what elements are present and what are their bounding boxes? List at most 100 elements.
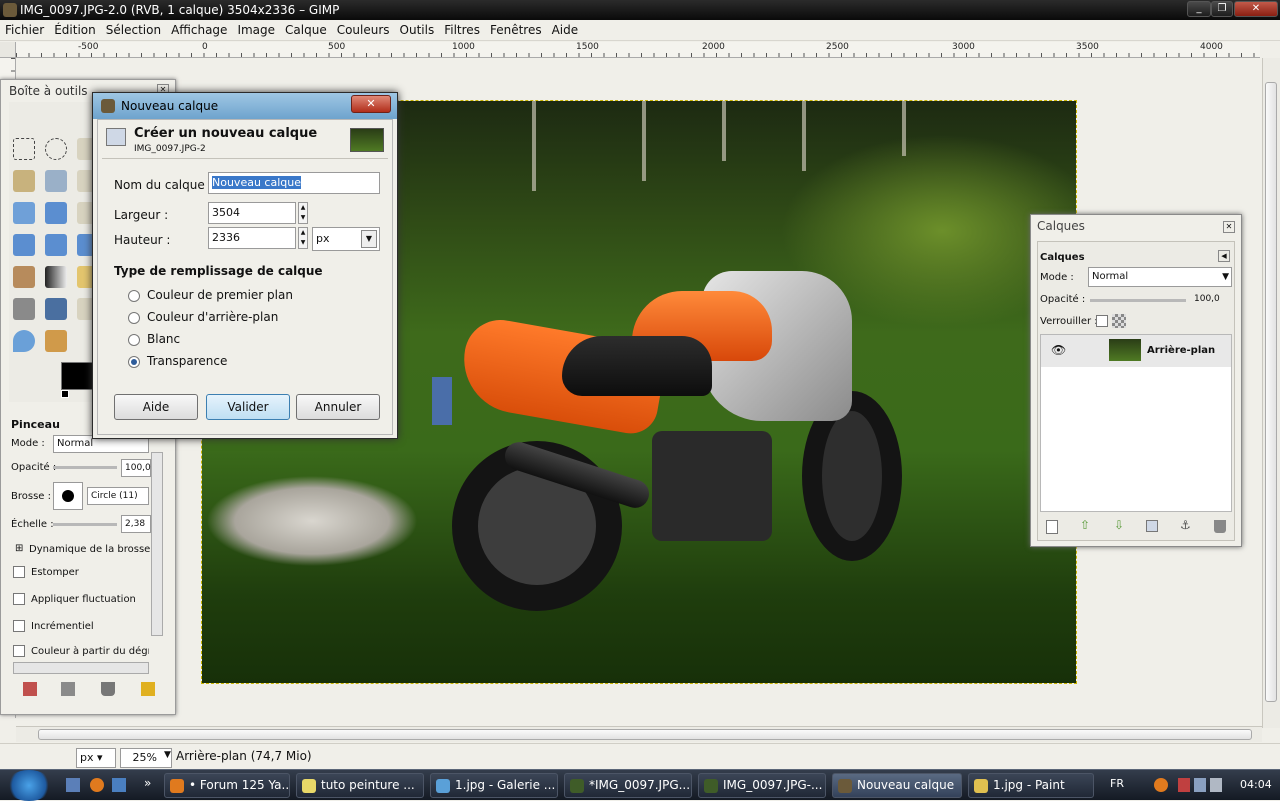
task-galerie[interactable]: 1.jpg - Galerie ... [430, 773, 558, 798]
network-icon[interactable] [1194, 778, 1206, 792]
menu-fenetres[interactable]: Fenêtres [485, 20, 547, 41]
new-layer-icon[interactable] [1046, 520, 1058, 534]
reset-options-icon[interactable] [141, 682, 155, 696]
restore-options-icon[interactable] [61, 682, 75, 696]
layer-opacity-slider[interactable] [1090, 299, 1186, 302]
rect-select-tool-icon[interactable] [13, 138, 35, 160]
horizontal-ruler[interactable]: -500 0 500 1000 1500 2000 2500 3000 3500… [16, 42, 1260, 58]
menu-calque[interactable]: Calque [280, 20, 332, 41]
gradient-color-checkbox[interactable] [13, 645, 25, 657]
radio-background-label[interactable]: Couleur d'arrière-plan [147, 310, 278, 324]
opacity-value[interactable]: 100,0 [121, 459, 151, 477]
jitter-checkbox[interactable] [13, 593, 25, 605]
horizontal-scrollbar[interactable] [16, 726, 1262, 742]
menu-couleurs[interactable]: Couleurs [332, 20, 395, 41]
layer-row[interactable]: 👁 Arrière-plan [1041, 335, 1231, 367]
ok-button[interactable]: Valider [206, 394, 290, 420]
lock-pixels-checkbox[interactable] [1096, 315, 1108, 327]
radio-foreground[interactable] [128, 290, 140, 302]
layers-tab-label[interactable]: Calques [1040, 252, 1085, 263]
minimize-button[interactable]: _ [1187, 1, 1211, 17]
radio-background[interactable] [128, 312, 140, 324]
duplicate-layer-icon[interactable] [1146, 520, 1158, 532]
delete-layer-icon[interactable] [1214, 520, 1226, 533]
tray-app-icon[interactable] [1154, 778, 1168, 792]
close-window-button[interactable]: ✕ [1234, 1, 1278, 17]
unit-dropdown[interactable]: px ▼ [312, 227, 380, 251]
menu-selection[interactable]: Sélection [101, 20, 166, 41]
smudge-tool-icon[interactable] [45, 330, 67, 352]
tool-options-hscrollbar[interactable] [13, 662, 149, 674]
raise-layer-icon[interactable]: ⇧ [1080, 518, 1090, 532]
scissors-tool-icon[interactable] [13, 170, 35, 192]
estomper-checkbox[interactable] [13, 566, 25, 578]
task-gimp-image-1[interactable]: *IMG_0097.JPG... [564, 773, 692, 798]
height-spin-button[interactable]: ▲ ▼ [298, 227, 308, 249]
zoom-dropdown-icon[interactable]: ▼ [164, 750, 171, 760]
menu-fichier[interactable]: Fichier [0, 20, 49, 41]
start-button[interactable] [6, 770, 52, 801]
vertical-scroll-thumb[interactable] [1265, 82, 1277, 702]
menu-edition[interactable]: Édition [49, 20, 101, 41]
brush-preview[interactable] [53, 482, 83, 510]
anchor-layer-icon[interactable]: ⚓ [1180, 518, 1191, 532]
foreground-color-swatch[interactable] [61, 362, 95, 390]
lock-alpha-icon[interactable] [1112, 314, 1126, 328]
tool-options-vscrollbar[interactable] [151, 452, 163, 636]
radio-transparency[interactable] [128, 356, 140, 368]
vertical-scrollbar[interactable] [1262, 58, 1280, 728]
lower-layer-icon[interactable]: ⇩ [1114, 518, 1124, 532]
show-desktop-icon[interactable] [66, 778, 80, 792]
menu-image[interactable]: Image [232, 20, 280, 41]
menu-aide[interactable]: Aide [547, 20, 584, 41]
ink-tool-icon[interactable] [45, 298, 67, 320]
layers-close-icon[interactable]: ✕ [1223, 221, 1235, 233]
switch-windows-icon[interactable] [112, 778, 126, 792]
task-tuto[interactable]: tuto peinture ... [296, 773, 424, 798]
width-spin-button[interactable]: ▲ ▼ [298, 202, 308, 224]
bucket-fill-icon[interactable] [13, 266, 35, 288]
layers-list[interactable]: 👁 Arrière-plan [1040, 334, 1232, 512]
radio-foreground-label[interactable]: Couleur de premier plan [147, 288, 293, 302]
ruler-corner[interactable] [0, 42, 16, 58]
expand-icon[interactable]: ⊞ [15, 543, 23, 554]
default-colors-icon[interactable] [61, 390, 69, 398]
move-tool-icon[interactable] [45, 202, 67, 224]
layer-mode-select[interactable]: Normal ▼ [1088, 267, 1232, 287]
save-options-icon[interactable] [23, 682, 37, 696]
quicklaunch-more-icon[interactable]: » [144, 776, 151, 790]
scale-slider[interactable] [53, 523, 117, 526]
layer-name[interactable]: Arrière-plan [1147, 345, 1215, 356]
blur-tool-icon[interactable] [13, 330, 35, 352]
cancel-button[interactable]: Annuler [296, 394, 380, 420]
align-tool-icon[interactable] [13, 202, 35, 224]
width-input[interactable]: 3504 [208, 202, 296, 224]
dynamics-expander[interactable]: Dynamique de la brosse [29, 544, 150, 555]
language-indicator[interactable]: FR [1110, 777, 1124, 790]
incremental-checkbox[interactable] [13, 620, 25, 632]
shear-tool-icon[interactable] [45, 234, 67, 256]
tab-menu-icon[interactable]: ◀ [1218, 250, 1230, 262]
brush-name[interactable]: Circle (11) [87, 487, 149, 505]
height-input[interactable]: 2336 [208, 227, 296, 249]
unit-selector[interactable]: px ▾ [76, 748, 116, 768]
menu-filtres[interactable]: Filtres [439, 20, 485, 41]
task-paint[interactable]: 1.jpg - Paint [968, 773, 1094, 798]
menu-outils[interactable]: Outils [395, 20, 440, 41]
opacity-slider[interactable] [53, 466, 117, 469]
radio-white-label[interactable]: Blanc [147, 332, 180, 346]
foreground-select-icon[interactable] [45, 170, 67, 192]
menu-affichage[interactable]: Affichage [166, 20, 232, 41]
gradient-tool-icon[interactable] [45, 266, 67, 288]
scale-tool-icon[interactable] [13, 234, 35, 256]
delete-options-icon[interactable] [101, 682, 115, 696]
radio-white[interactable] [128, 334, 140, 346]
tray-alert-icon[interactable] [1178, 778, 1190, 792]
horizontal-scroll-thumb[interactable] [38, 729, 1252, 740]
dialog-close-button[interactable]: ✕ [351, 95, 391, 113]
radio-transparency-label[interactable]: Transparence [147, 354, 227, 368]
airbrush-tool-icon[interactable] [13, 298, 35, 320]
eye-visibility-icon[interactable]: 👁 [1051, 343, 1066, 357]
task-new-layer[interactable]: Nouveau calque [832, 773, 962, 798]
scale-value[interactable]: 2,38 [121, 515, 151, 533]
